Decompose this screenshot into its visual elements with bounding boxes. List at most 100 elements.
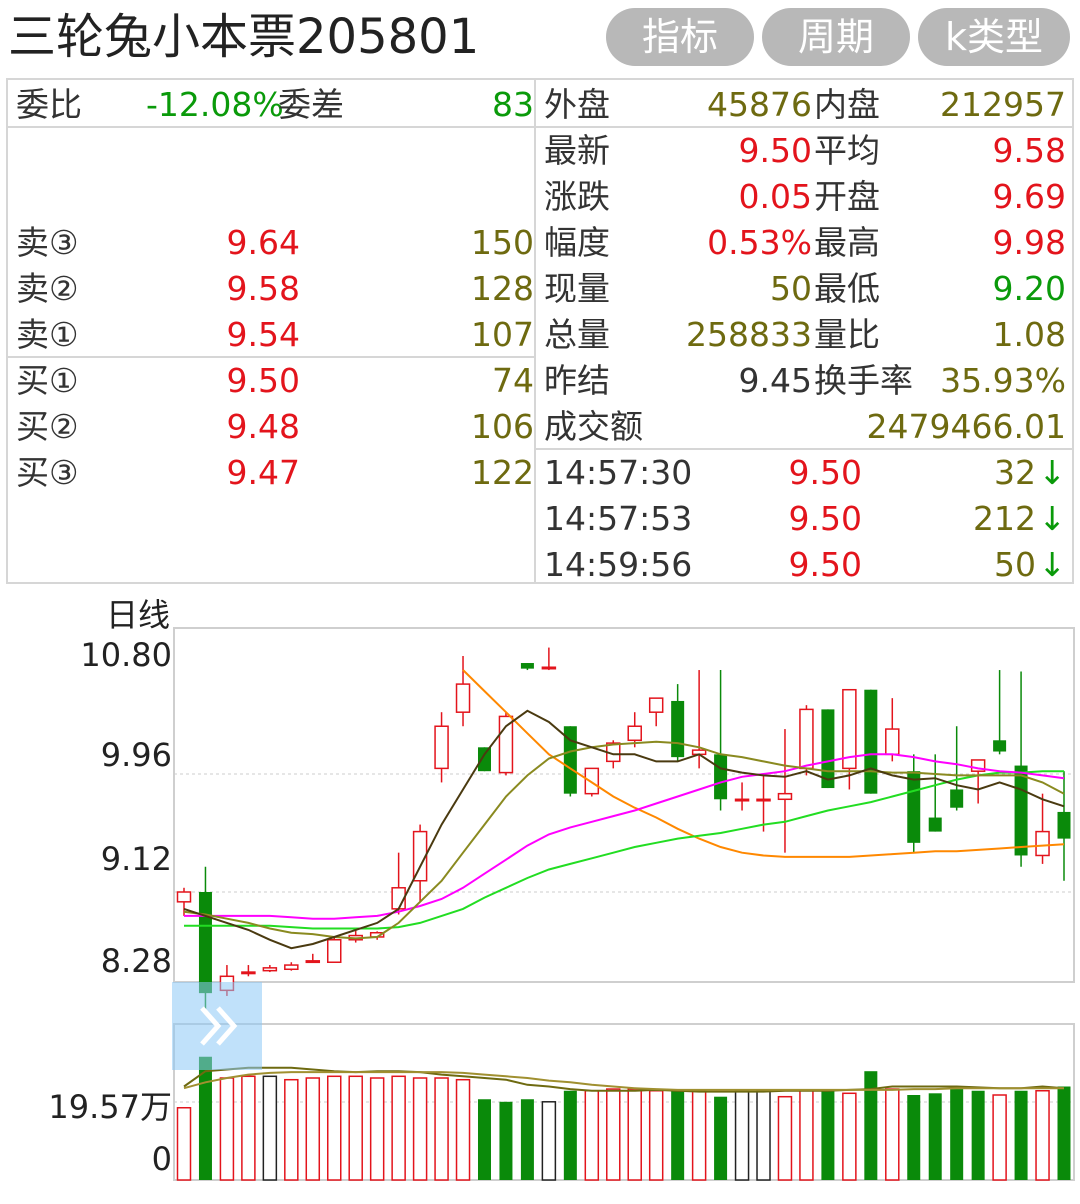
volume-bar <box>477 1099 491 1180</box>
volume-bar <box>520 1099 534 1180</box>
zuixin-label: 最新 <box>544 131 610 170</box>
candle-body <box>477 747 491 772</box>
volume-bar <box>434 1077 449 1181</box>
sell-volume: 150 <box>471 223 534 262</box>
zuojie-value: 9.45 <box>738 361 812 400</box>
candle-body <box>584 767 600 795</box>
chengjiao-row: 成交额 2479466.01 <box>544 404 1066 450</box>
volume-bar <box>950 1089 964 1180</box>
buy-row-3[interactable]: 买③ 9.47 122 <box>16 450 534 496</box>
zuigao-label: 最高 <box>814 223 880 262</box>
sell-volume: 107 <box>471 315 534 354</box>
zongliang-value: 258833 <box>686 315 812 354</box>
volume-bar <box>885 1088 900 1181</box>
down-arrow-icon: ↓ <box>1038 499 1066 538</box>
neipan-value: 212957 <box>940 85 1066 124</box>
period-button[interactable]: 周期 <box>762 8 910 66</box>
buy-volume: 74 <box>492 361 534 400</box>
tick-row: 14:57:30 9.50 32 ↓ <box>544 450 1066 496</box>
xianliang-value: 50 <box>770 269 812 308</box>
volume-bar <box>864 1071 878 1180</box>
tick-volume: 212 <box>973 499 1036 538</box>
kline-plot[interactable] <box>0 584 1080 1204</box>
volume-bar <box>455 1078 471 1181</box>
volume-bar <box>971 1090 985 1180</box>
tick-row: 14:57:53 9.50 212 ↓ <box>544 496 1066 542</box>
candle-body <box>671 700 685 758</box>
ma10-line <box>183 740 1065 940</box>
ma30-line <box>184 770 1064 930</box>
tick-volume: 50 <box>994 545 1036 584</box>
zuidi-label: 最低 <box>814 269 880 308</box>
buy-label: 买③ <box>16 453 79 492</box>
volume-bar <box>606 1088 621 1181</box>
sell-row-1[interactable]: 卖① 9.54 107 <box>16 312 534 358</box>
header: 三轮兔小本票205801 指标 周期 k类型 <box>0 0 1080 78</box>
liangbi-label: 量比 <box>814 315 880 354</box>
chengjiao-value: 2479466.01 <box>866 407 1066 446</box>
buy-volume: 106 <box>471 407 534 446</box>
candle-body <box>1014 765 1028 856</box>
sell-price: 9.58 <box>226 269 300 308</box>
sell-price: 9.54 <box>226 315 300 354</box>
kaipan-label: 开盘 <box>814 177 880 216</box>
candle-body <box>864 689 878 794</box>
huanshou-label: 换手率 <box>814 361 913 400</box>
volume-bar <box>326 1075 342 1181</box>
volume-bar <box>541 1101 557 1181</box>
volume-bar <box>262 1075 278 1181</box>
candle-body <box>885 728 900 756</box>
volume-bar <box>176 1107 192 1181</box>
volume-bar <box>842 1092 857 1181</box>
sell-row-2[interactable]: 卖② 9.58 128 <box>16 266 534 312</box>
pingjun-value: 9.58 <box>992 131 1066 170</box>
volume-bar <box>305 1077 321 1181</box>
page-title: 三轮兔小本票205801 <box>8 9 480 65</box>
volume-bar <box>777 1095 793 1181</box>
volume-bar <box>348 1075 363 1181</box>
candle-body <box>541 666 557 670</box>
xianliang-row: 现量 50 最低 9.20 <box>544 266 1066 312</box>
volume-bar <box>219 1077 235 1181</box>
volume-bar <box>821 1090 835 1180</box>
candle-body <box>198 892 212 994</box>
fudu-row: 幅度 0.53% 最高 9.98 <box>544 220 1066 266</box>
tick-price: 9.50 <box>788 453 862 492</box>
order-book: 委比 -12.08% 委差 83 卖③ 9.64 150 卖② 9.58 128… <box>8 80 536 582</box>
buy-volume: 122 <box>471 453 534 492</box>
candle-body <box>498 715 514 774</box>
candle-body <box>648 697 664 713</box>
tick-time: 14:57:30 <box>544 453 693 492</box>
zhangdie-row: 涨跌 0.05 开盘 9.69 <box>544 174 1066 220</box>
sell-volume: 128 <box>471 269 534 308</box>
volume-bar <box>627 1088 642 1181</box>
neipan-label: 内盘 <box>814 85 880 124</box>
candle-body <box>241 971 256 975</box>
expand-handle[interactable] <box>172 982 262 1070</box>
volume-bar <box>648 1090 664 1181</box>
tick-time: 14:59:56 <box>544 545 693 584</box>
weicha-label: 委差 <box>278 85 344 124</box>
candle-body <box>434 725 449 770</box>
tick-row: 14:59:56 9.50 50 ↓ <box>544 542 1066 588</box>
waipan-value: 45876 <box>707 85 812 124</box>
kline-chart[interactable]: 日线 10.80 9.96 9.12 8.28 19.57万 0 <box>0 584 1080 1204</box>
zuidi-value: 9.20 <box>992 269 1066 308</box>
chengjiao-label: 成交额 <box>544 407 643 446</box>
volume-bar <box>1035 1090 1050 1181</box>
indicator-button[interactable]: 指标 <box>606 8 754 66</box>
volume-bar <box>691 1090 707 1181</box>
volume-bar <box>714 1096 728 1180</box>
sell-row-3[interactable]: 卖③ 9.64 150 <box>16 220 534 266</box>
buy-label: 买① <box>16 361 79 400</box>
k-type-button[interactable]: k类型 <box>918 8 1070 66</box>
candle-body <box>907 771 921 843</box>
huanshou-value: 35.93% <box>940 361 1066 400</box>
candle-body <box>950 789 964 808</box>
double-chevron-right-icon <box>200 1006 238 1046</box>
buy-row-1[interactable]: 买① 9.50 74 <box>16 358 534 404</box>
tick-price: 9.50 <box>788 499 862 538</box>
candle-body <box>756 798 771 802</box>
buy-row-2[interactable]: 买② 9.48 106 <box>16 404 534 450</box>
kaipan-value: 9.69 <box>992 177 1066 216</box>
